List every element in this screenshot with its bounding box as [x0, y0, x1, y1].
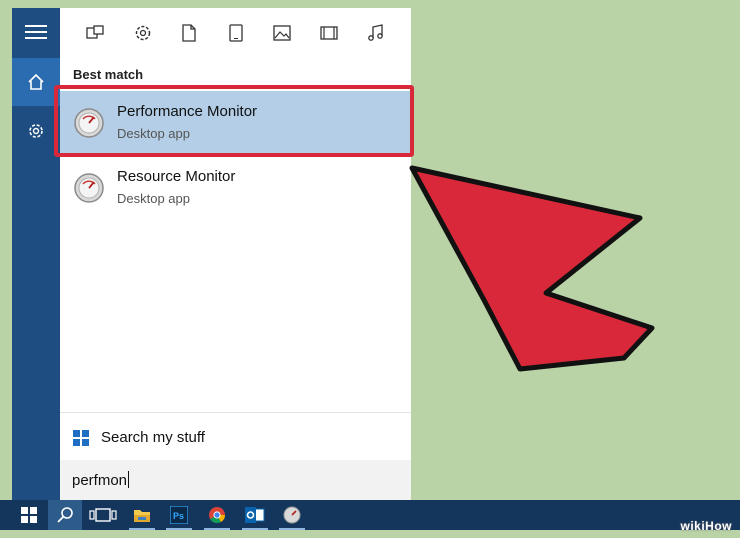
panel-divider	[60, 412, 411, 413]
settings-icon	[135, 25, 151, 41]
performance-monitor-taskbar-button[interactable]	[275, 500, 309, 530]
search-icon	[57, 507, 73, 523]
task-view-icon	[89, 508, 117, 522]
svg-text:Ps: Ps	[173, 511, 184, 521]
task-view-button[interactable]	[86, 500, 120, 530]
chrome-button[interactable]	[200, 500, 234, 530]
file-explorer-icon	[134, 510, 150, 522]
result-resource-monitor[interactable]: Resource Monitor Desktop app	[60, 156, 411, 220]
file-explorer-button[interactable]	[125, 500, 159, 530]
search-input[interactable]: perfmon	[60, 460, 411, 500]
filter-music-button[interactable]	[363, 20, 389, 46]
start-rail	[12, 8, 60, 500]
result-subtitle: Desktop app	[117, 191, 190, 206]
search-query-value: perfmon	[72, 472, 128, 489]
settings-button[interactable]	[12, 107, 60, 155]
start-search-panel: Best match Performance Monitor Desktop a…	[60, 8, 411, 500]
taskbar: Ps	[0, 500, 740, 530]
windows-start-icon	[21, 507, 37, 523]
videos-icon	[320, 26, 338, 40]
home-icon	[28, 73, 44, 90]
filter-photos-button[interactable]	[269, 20, 295, 46]
filter-documents-button[interactable]	[176, 20, 202, 46]
settings-gear-icon	[29, 124, 43, 138]
resource-monitor-icon	[74, 173, 104, 203]
hamburger-menu-button[interactable]	[12, 8, 60, 56]
background-bottom-strip	[0, 530, 740, 538]
search-my-stuff-label: Search my stuff	[101, 429, 205, 446]
background-edge	[0, 0, 10, 500]
search-my-stuff-button[interactable]: Search my stuff	[60, 418, 411, 458]
filter-videos-button[interactable]	[316, 20, 342, 46]
highlight-box	[54, 85, 414, 157]
search-query-text: perfmon	[72, 471, 130, 489]
filter-apps-button[interactable]	[82, 20, 108, 46]
home-button[interactable]	[12, 58, 60, 106]
photos-icon	[273, 25, 291, 41]
text-caret	[128, 471, 130, 488]
chrome-icon	[209, 507, 226, 524]
performance-monitor-icon	[283, 506, 301, 524]
windows-logo-icon	[73, 430, 89, 446]
best-match-heading: Best match	[73, 67, 144, 82]
photoshop-icon: Ps	[170, 506, 188, 524]
start-button[interactable]	[12, 500, 46, 530]
taskbar-search-button[interactable]	[48, 500, 82, 530]
apps-icon	[86, 25, 104, 39]
outlook-icon	[245, 507, 265, 523]
filter-bar	[60, 8, 411, 58]
outlook-button[interactable]	[238, 500, 272, 530]
tablet-icon	[229, 24, 243, 42]
documents-icon	[182, 24, 196, 42]
filter-tablet-button[interactable]	[223, 20, 249, 46]
result-title: Resource Monitor	[117, 168, 236, 185]
watermark: wikiHow	[680, 519, 732, 533]
filter-settings-button[interactable]	[130, 20, 156, 46]
music-icon	[368, 24, 383, 41]
hamburger-menu-icon	[25, 25, 47, 39]
photoshop-button[interactable]: Ps	[162, 500, 196, 530]
